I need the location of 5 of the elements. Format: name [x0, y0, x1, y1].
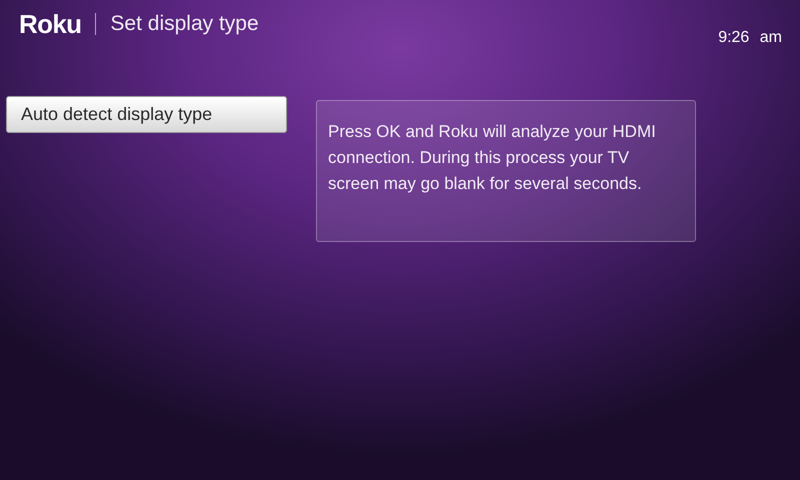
- menu-item[interactable]: Auto detect display type: [6, 96, 287, 133]
- clock-time: 9:26 am: [718, 28, 782, 48]
- roku-logo: Roku: [19, 8, 82, 40]
- page-title: Set display type: [110, 11, 259, 37]
- info-text: Press OK and Roku will analyze your HDMI connection. During this process your TV screen may go blank for several seconds.: [328, 121, 657, 195]
